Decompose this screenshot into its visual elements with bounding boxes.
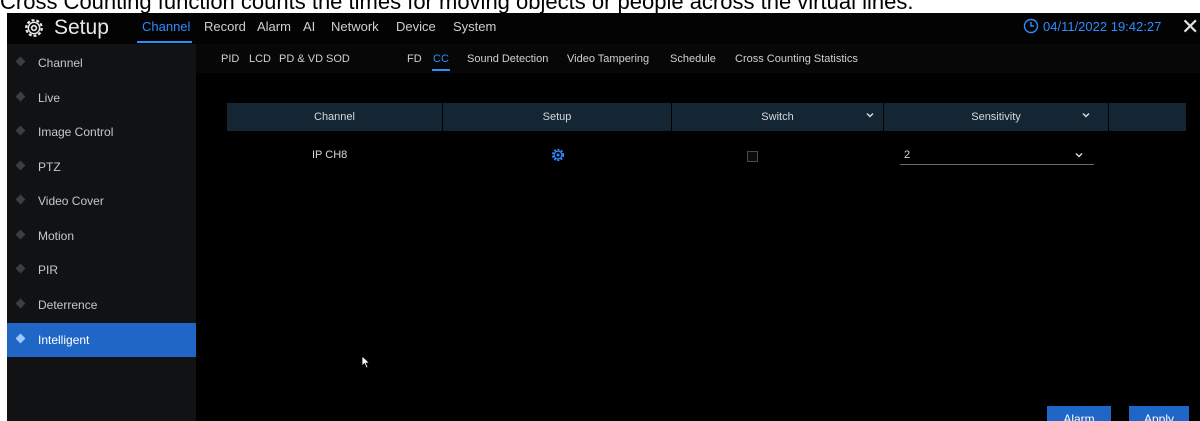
sidebar: Channel Live Image Control PTZ Video Cov… [7, 44, 196, 421]
column-header-setup: Setup [542, 111, 572, 123]
sidebar-item-label: Motion [38, 229, 75, 243]
menu-network[interactable]: Network [331, 19, 379, 35]
sidebar-item-label: Live [38, 91, 61, 105]
tab-fd[interactable]: FD [407, 53, 422, 66]
menu-channel[interactable]: Channel [142, 19, 190, 35]
sensitivity-select[interactable]: 2 [900, 147, 1094, 165]
diamond-icon [15, 263, 26, 274]
page-caption: Cross Counting function counts the times… [0, 0, 914, 13]
diamond-icon [15, 229, 26, 240]
sidebar-item-label: PIR [38, 263, 59, 277]
top-bar: Setup Channel Record Alarm AI Network De… [7, 13, 1200, 44]
sidebar-item-label: Video Cover [38, 194, 104, 208]
diamond-icon [15, 91, 26, 102]
column-header-switch: Switch [761, 111, 794, 123]
chevron-down-icon[interactable] [866, 111, 874, 119]
sidebar-item-image-control[interactable]: Image Control [7, 115, 196, 149]
tab-cc[interactable]: CC [433, 53, 449, 66]
sidebar-item-deterrence[interactable]: Deterrence [7, 288, 196, 322]
sub-tab-bar: PID LCD PD & VD SOD FD CC Sound Detectio… [196, 44, 1200, 73]
active-tab-indicator [432, 69, 450, 71]
diamond-icon [15, 125, 26, 136]
alarm-button[interactable]: Alarm [1047, 406, 1111, 421]
mouse-cursor-icon [361, 355, 371, 369]
menu-alarm[interactable]: Alarm [257, 19, 291, 35]
tab-cross-counting-statistics[interactable]: Cross Counting Statistics [735, 53, 858, 66]
setup-window: Setup Channel Record Alarm AI Network De… [7, 13, 1200, 421]
menu-record[interactable]: Record [204, 19, 246, 35]
sidebar-item-channel[interactable]: Channel [7, 46, 196, 80]
tab-sound-detection[interactable]: Sound Detection [467, 53, 548, 66]
diamond-icon [15, 333, 26, 344]
chevron-down-icon[interactable] [1082, 111, 1090, 119]
diamond-icon [15, 298, 26, 309]
sidebar-item-label: Intelligent [38, 333, 90, 347]
sidebar-item-label: Channel [38, 56, 83, 70]
sidebar-item-video-cover[interactable]: Video Cover [7, 184, 196, 218]
menu-ai[interactable]: AI [303, 19, 315, 35]
tab-schedule[interactable]: Schedule [670, 53, 716, 66]
sidebar-item-label: Image Control [38, 125, 114, 139]
column-header-sensitivity: Sensitivity [971, 111, 1021, 123]
diamond-icon [15, 194, 26, 205]
sensitivity-value: 2 [904, 149, 911, 161]
tab-pid[interactable]: PID [221, 53, 239, 66]
diamond-icon [15, 160, 26, 171]
sidebar-item-live[interactable]: Live [7, 81, 196, 115]
menu-device[interactable]: Device [396, 19, 436, 35]
cell-channel: IP CH8 [312, 149, 348, 161]
diamond-icon [15, 56, 26, 67]
tab-lcd[interactable]: LCD [249, 53, 271, 66]
sidebar-item-motion[interactable]: Motion [7, 219, 196, 253]
sidebar-item-intelligent[interactable]: Intelligent [7, 323, 196, 357]
gear-icon [25, 19, 43, 37]
datetime-display: 04/11/2022 19:42:27 [1043, 19, 1162, 34]
chevron-down-icon [1075, 152, 1083, 158]
close-icon[interactable]: ✕ [1181, 15, 1199, 39]
sidebar-item-label: PTZ [38, 160, 61, 174]
switch-checkbox[interactable] [747, 151, 758, 162]
menu-system[interactable]: System [453, 19, 496, 35]
column-divider [1108, 103, 1109, 131]
column-header-channel: Channel [314, 111, 355, 123]
tab-pd-vd[interactable]: PD & VD [279, 53, 323, 66]
sidebar-item-label: Deterrence [38, 298, 98, 312]
app-title: Setup [54, 16, 109, 39]
sidebar-item-pir[interactable]: PIR [7, 253, 196, 287]
tab-video-tampering[interactable]: Video Tampering [567, 53, 649, 66]
main-content: Channel Setup Switch Sensitivity IP CH8 … [196, 73, 1200, 421]
gear-icon[interactable] [551, 148, 565, 162]
table-header: Channel Setup Switch Sensitivity [227, 103, 1186, 131]
clock-icon [1023, 18, 1039, 34]
apply-button[interactable]: Apply [1129, 406, 1189, 421]
tab-sod[interactable]: SOD [326, 53, 350, 66]
sidebar-item-ptz[interactable]: PTZ [7, 150, 196, 184]
active-menu-indicator [137, 41, 192, 43]
